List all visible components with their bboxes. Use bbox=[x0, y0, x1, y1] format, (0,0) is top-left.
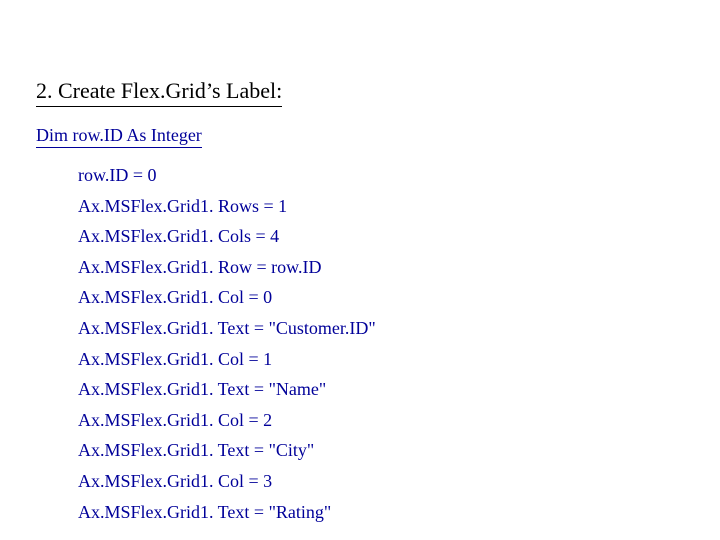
code-line: Ax.MSFlex.Grid1. Text = "Rating" bbox=[78, 497, 720, 528]
code-line: Ax.MSFlex.Grid1. Col = 0 bbox=[78, 282, 720, 313]
code-line: Ax.MSFlex.Grid1. Row = row.ID bbox=[78, 252, 720, 283]
code-line: Ax.MSFlex.Grid1. Text = "Name" bbox=[78, 374, 720, 405]
section-heading: 2. Create Flex.Grid’s Label: bbox=[36, 78, 282, 107]
code-line: Ax.MSFlex.Grid1. Col = 2 bbox=[78, 405, 720, 436]
code-line: row.ID = 0 bbox=[78, 160, 720, 191]
code-line: Ax.MSFlex.Grid1. Rows = 1 bbox=[78, 191, 720, 222]
document-body: 2. Create Flex.Grid’s Label: Dim row.ID … bbox=[0, 0, 720, 527]
code-line: Ax.MSFlex.Grid1. Col = 3 bbox=[78, 466, 720, 497]
code-line: Ax.MSFlex.Grid1. Text = "City" bbox=[78, 435, 720, 466]
code-line: Ax.MSFlex.Grid1. Text = "Customer.ID" bbox=[78, 313, 720, 344]
declaration-line: Dim row.ID As Integer bbox=[36, 125, 202, 148]
code-line: Ax.MSFlex.Grid1. Cols = 4 bbox=[78, 221, 720, 252]
code-line: Ax.MSFlex.Grid1. Col = 1 bbox=[78, 344, 720, 375]
